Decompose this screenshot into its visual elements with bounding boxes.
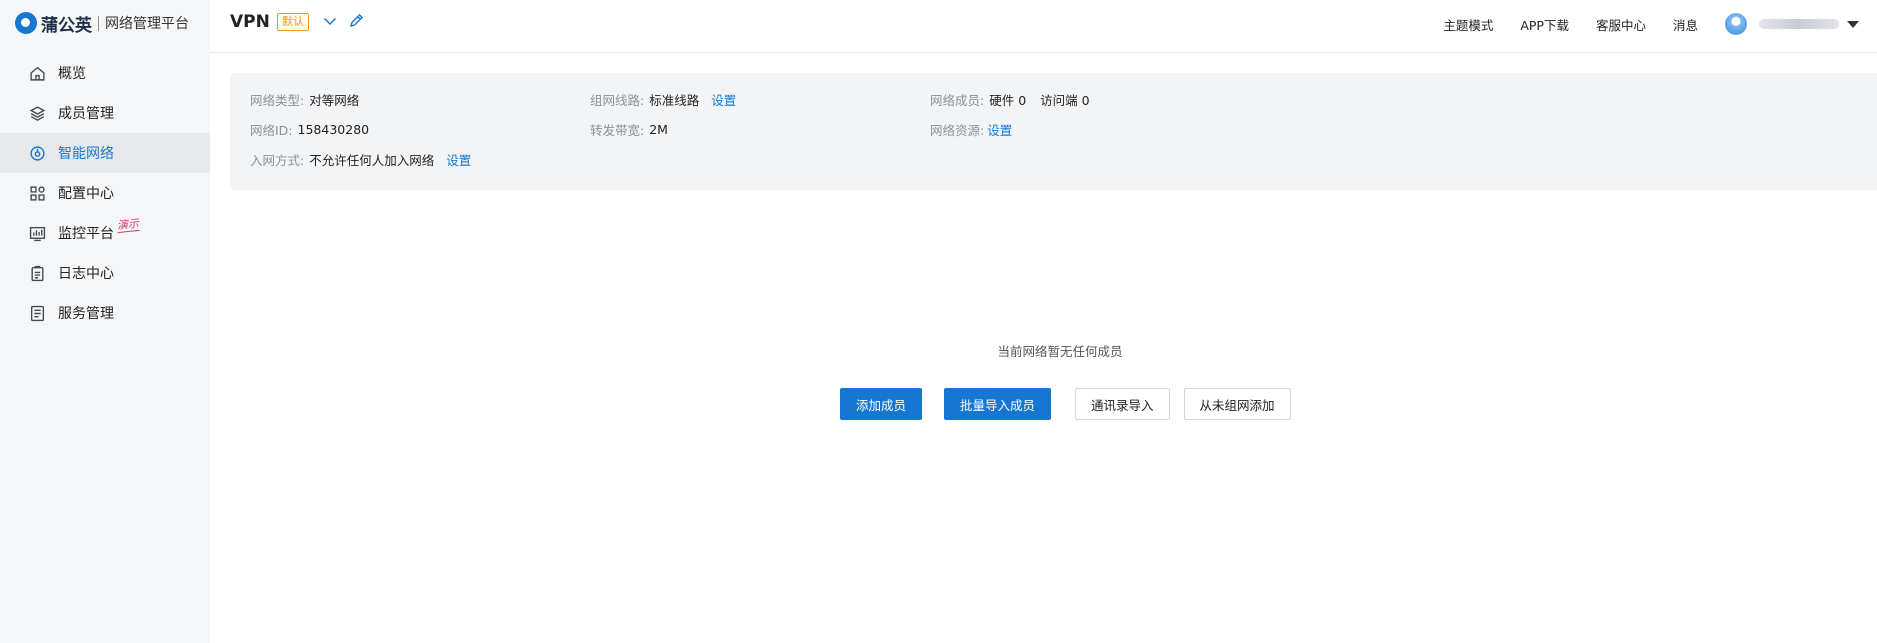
- contacts-import-button[interactable]: 通讯录导入: [1075, 388, 1170, 420]
- resources-settings-link[interactable]: 设置: [987, 120, 1012, 139]
- logo-subtitle: 网络管理平台: [105, 16, 189, 32]
- dandelion-logo-icon: [15, 12, 37, 34]
- join-mode-row: 入网方式: 不允许任何人加入网络 设置: [250, 150, 471, 169]
- join-mode-value: 不允许任何人加入网络: [309, 153, 435, 168]
- monitor-icon: [29, 226, 46, 241]
- sidebar-item-label: 成员管理: [58, 106, 114, 122]
- members-visitor-count: 访问端 0: [1040, 93, 1090, 108]
- route-row: 组网线路: 标准线路 设置: [590, 90, 736, 109]
- join-mode-settings-link[interactable]: 设置: [446, 150, 471, 169]
- network-title: VPN: [230, 12, 270, 32]
- network-type-value: 对等网络: [309, 93, 360, 108]
- sidebar-item-label: 配置中心: [58, 186, 114, 202]
- logo[interactable]: 蒲公英 网络管理平台: [15, 10, 189, 36]
- batch-import-members-button[interactable]: 批量导入成员: [944, 388, 1052, 420]
- empty-state-message: 当前网络暂无任何成员: [997, 344, 1123, 359]
- network-id-label: 网络ID:: [250, 123, 293, 138]
- theme-mode-link[interactable]: 主题模式: [1443, 15, 1493, 34]
- sidebar: 蒲公英 网络管理平台 概览 成员管理 智能网络 配置中心 监控平台 演示 日志中…: [0, 0, 210, 643]
- chevron-down-icon[interactable]: [322, 13, 338, 29]
- network-type-label: 网络类型:: [250, 93, 305, 108]
- sidebar-nav: 概览 成员管理 智能网络 配置中心 监控平台 演示 日志中心 服务管理: [0, 53, 210, 333]
- route-label: 组网线路:: [590, 93, 645, 108]
- empty-state-actions: 添加成员 批量导入成员 通讯录导入 从未组网添加: [840, 388, 1291, 420]
- sidebar-item-label: 日志中心: [58, 266, 114, 282]
- sidebar-item-label: 监控平台: [58, 226, 114, 242]
- grid-icon: [30, 185, 45, 201]
- home-icon: [30, 66, 45, 81]
- route-settings-link[interactable]: 设置: [711, 90, 736, 109]
- bandwidth-label: 转发带宽:: [590, 123, 645, 138]
- edit-pencil-icon[interactable]: [348, 13, 364, 29]
- document-icon: [30, 305, 45, 321]
- sidebar-item-overview[interactable]: 概览: [0, 53, 210, 93]
- default-tag: 默认: [277, 13, 309, 31]
- members-label: 网络成员:: [930, 93, 985, 108]
- clipboard-icon: [31, 265, 44, 281]
- user-name-redacted: [1759, 19, 1839, 29]
- sidebar-item-label: 服务管理: [58, 306, 114, 322]
- add-from-ungrouped-button[interactable]: 从未组网添加: [1183, 388, 1291, 420]
- logo-brand: 蒲公英: [41, 15, 92, 36]
- demo-badge: 演示: [116, 216, 140, 234]
- app-download-link[interactable]: APP下载: [1520, 15, 1569, 34]
- user-menu[interactable]: [1725, 13, 1859, 35]
- sidebar-item-label: 概览: [58, 66, 86, 82]
- add-member-button[interactable]: 添加成员: [840, 388, 923, 420]
- caret-down-icon[interactable]: [1847, 20, 1859, 28]
- logo-divider: [98, 15, 99, 31]
- top-header: VPN 默认 主题模式 APP下载 客服中心 消息: [210, 0, 1877, 53]
- layers-icon: [29, 105, 46, 121]
- sidebar-item-log-center[interactable]: 日志中心: [0, 253, 210, 293]
- resources-row: 网络资源: 设置: [930, 120, 1012, 139]
- avatar: [1725, 13, 1747, 35]
- top-links: 主题模式 APP下载 客服中心 消息: [1416, 0, 1859, 48]
- network-info-panel: 网络类型: 对等网络 网络ID: 158430280 入网方式: 不允许任何人加…: [230, 73, 1877, 190]
- network-id-value: 158430280: [297, 122, 370, 137]
- resources-label: 网络资源:: [930, 123, 985, 138]
- sidebar-item-monitor-platform[interactable]: 监控平台 演示: [0, 213, 210, 253]
- sidebar-item-config-center[interactable]: 配置中心: [0, 173, 210, 213]
- sidebar-item-label: 智能网络: [58, 146, 114, 162]
- sidebar-item-smart-network[interactable]: 智能网络: [0, 133, 210, 173]
- sidebar-item-service-management[interactable]: 服务管理: [0, 293, 210, 333]
- members-hardware-count: 硬件 0: [989, 93, 1027, 108]
- network-icon: [30, 145, 45, 161]
- network-id-row: 网络ID: 158430280: [250, 120, 369, 139]
- bandwidth-row: 转发带宽: 2M: [590, 120, 668, 139]
- sidebar-item-members[interactable]: 成员管理: [0, 93, 210, 133]
- network-type-row: 网络类型: 对等网络: [250, 90, 359, 109]
- route-value: 标准线路: [649, 93, 700, 108]
- members-row: 网络成员: 硬件 0 访问端 0: [930, 90, 1090, 109]
- bandwidth-value: 2M: [649, 122, 668, 137]
- customer-service-link[interactable]: 客服中心: [1596, 15, 1646, 34]
- join-mode-label: 入网方式:: [250, 153, 305, 168]
- messages-link[interactable]: 消息: [1673, 15, 1698, 34]
